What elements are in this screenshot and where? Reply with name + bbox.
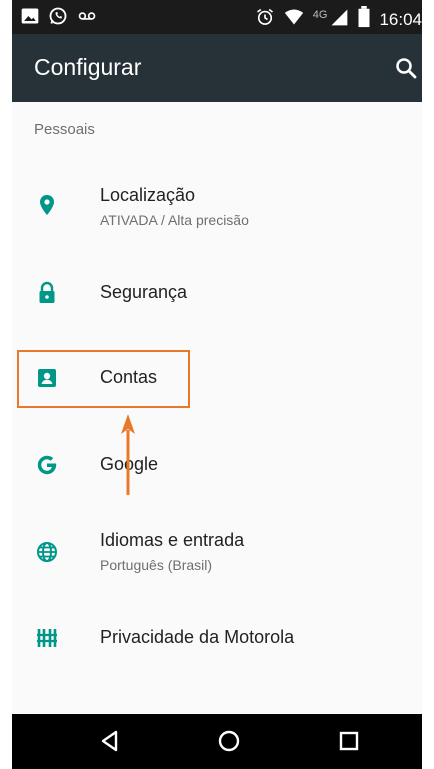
settings-item-location[interactable]: Localização ATIVADA / Alta precisão bbox=[12, 176, 422, 246]
app-bar: Configurar bbox=[12, 34, 422, 102]
settings-item-motorola-privacy[interactable]: Privacidade da Motorola bbox=[12, 606, 422, 670]
globe-icon bbox=[35, 540, 59, 564]
settings-item-security[interactable]: Segurança bbox=[12, 262, 422, 326]
section-header: Pessoais bbox=[34, 121, 95, 138]
item-title: Segurança bbox=[100, 282, 188, 302]
status-left bbox=[20, 6, 98, 31]
back-icon[interactable] bbox=[97, 728, 123, 754]
location-pin-icon bbox=[35, 193, 59, 217]
account-box-icon bbox=[35, 366, 59, 390]
settings-item-google[interactable]: Google bbox=[12, 433, 422, 497]
item-title: Contas bbox=[100, 367, 158, 387]
wifi-icon bbox=[283, 7, 305, 32]
search-icon[interactable] bbox=[394, 56, 418, 80]
item-title: Idiomas e entrada bbox=[100, 530, 245, 550]
settings-item-accounts[interactable]: Contas bbox=[12, 347, 422, 411]
image-icon bbox=[20, 6, 40, 31]
navigation-bar bbox=[12, 714, 422, 769]
item-subtitle: ATIVADA / Alta precisão bbox=[100, 212, 249, 228]
settings-item-languages[interactable]: Idiomas e entrada Português (Brasil) bbox=[12, 520, 422, 590]
signal-icon bbox=[329, 7, 349, 32]
annotation-arrow-icon bbox=[121, 414, 135, 495]
recents-icon[interactable] bbox=[336, 728, 362, 754]
whatsapp-icon bbox=[48, 6, 68, 31]
item-subtitle: Português (Brasil) bbox=[100, 557, 213, 573]
status-time: 16:04 bbox=[379, 9, 422, 29]
item-title: Privacidade da Motorola bbox=[100, 627, 295, 647]
item-title: Localização bbox=[100, 185, 196, 205]
phone-screen: 4G 16:04 Configurar Pessoais Localização… bbox=[12, 0, 422, 769]
status-right: 4G 16:04 bbox=[255, 6, 422, 33]
battery-icon bbox=[357, 6, 371, 33]
alarm-icon bbox=[255, 7, 275, 32]
network-type-label: 4G bbox=[312, 8, 328, 21]
google-g-icon bbox=[35, 453, 59, 477]
voicemail-icon bbox=[76, 6, 98, 31]
lock-icon bbox=[35, 281, 59, 305]
status-bar: 4G 16:04 bbox=[12, 0, 422, 34]
page-title: Configurar bbox=[34, 54, 142, 80]
motorola-privacy-icon bbox=[35, 626, 59, 650]
home-icon[interactable] bbox=[216, 728, 242, 754]
